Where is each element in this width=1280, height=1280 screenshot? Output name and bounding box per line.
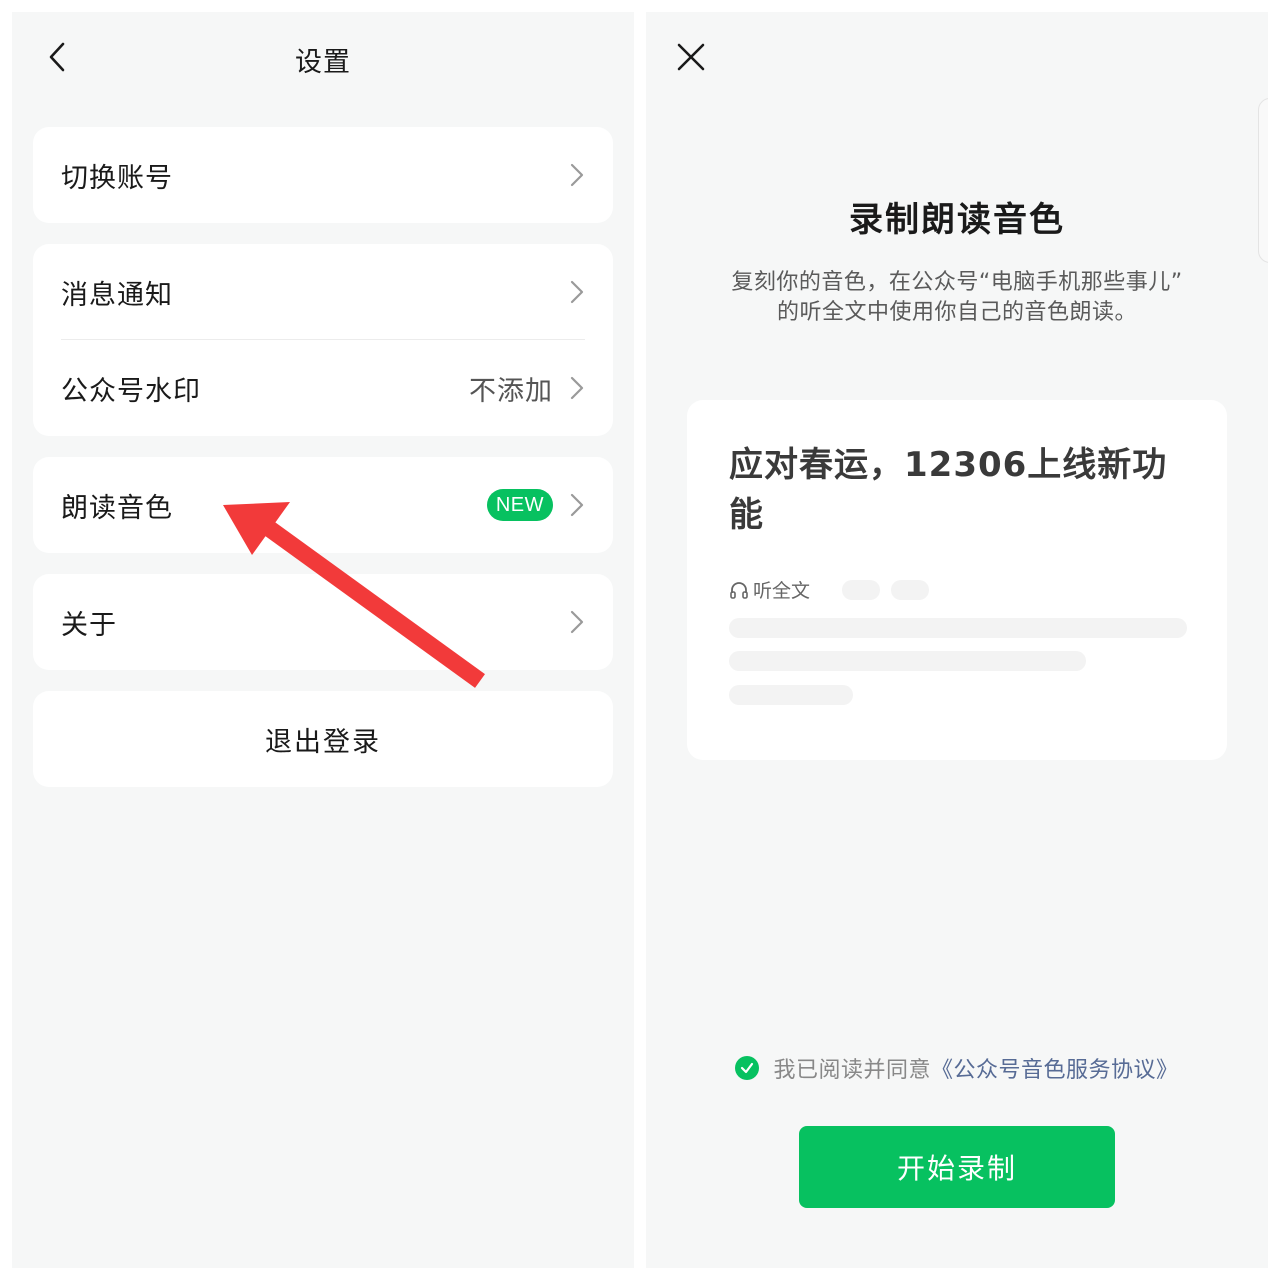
watermark-value: 不添加 [469,375,553,407]
placeholder-tag [842,580,880,600]
logout-label: 退出登录 [265,726,381,758]
settings-card-voice: 朗读音色 NEW [33,457,613,553]
notifications-row[interactable]: 消息通知 [33,244,613,340]
placeholder-line [729,685,853,705]
agreement-link[interactable]: 《公众号音色服务协议》 [931,1052,1179,1084]
agreement-row: 我已阅读并同意 《公众号音色服务协议》 [646,1052,1268,1084]
settings-card-general: 消息通知 公众号水印 不添加 [33,244,613,436]
record-description-line2: 的听全文中使用你自己的音色朗读。 [776,300,1137,325]
headphones-icon [730,581,748,599]
settings-card-about: 关于 [33,574,613,670]
record-description: 复刻你的音色，在公众号“电脑手机那些事儿” 的听全文中使用你自己的音色朗读。 [686,268,1228,328]
switch-account-row[interactable]: 切换账号 [33,127,613,223]
chevron-right-icon [570,280,584,304]
chevron-right-icon [570,493,584,517]
chevron-right-icon [570,610,584,634]
agree-checkbox[interactable] [735,1056,760,1080]
placeholder-tag [891,580,929,600]
settings-card-account: 切换账号 [33,127,613,223]
about-row[interactable]: 关于 [33,574,613,670]
record-title: 录制朗读音色 [849,200,1065,240]
logout-card: 退出登录 [33,691,613,787]
placeholder-line [729,651,1086,671]
switch-account-label: 切换账号 [61,162,173,194]
watermark-row[interactable]: 公众号水印 不添加 [33,340,613,436]
record-description-line1: 复刻你的音色，在公众号“电脑手机那些事儿” [731,270,1183,295]
settings-screen: 设置 切换账号 消息通知 公众号水印 不添加 朗读音色 NEW 关于 退出登录 [12,12,634,1268]
voice-row[interactable]: 朗读音色 NEW [33,457,613,553]
about-label: 关于 [61,609,117,641]
new-badge: NEW [486,489,553,521]
watermark-label: 公众号水印 [61,375,201,407]
page-title: 设置 [295,47,351,78]
record-voice-screen: 录制朗读音色 复刻你的音色，在公众号“电脑手机那些事儿” 的听全文中使用你自己的… [646,12,1268,1268]
voice-label: 朗读音色 [61,492,173,524]
chevron-right-icon [570,376,584,400]
placeholder-line [729,618,1187,638]
listen-label: 听全文 [753,580,811,602]
sample-article-title: 应对春运，12306上线新功能 [729,445,1168,535]
close-button[interactable] [674,40,708,74]
start-recording-button[interactable]: 开始录制 [799,1126,1115,1208]
close-icon [677,43,705,71]
chevron-right-icon [570,163,584,187]
agree-text: 我已阅读并同意 [773,1058,931,1083]
notifications-label: 消息通知 [61,279,173,311]
logout-button[interactable]: 退出登录 [33,691,613,787]
sample-article-card: 应对春运，12306上线新功能 听全文 [687,400,1227,760]
check-icon [741,1062,754,1074]
listen-full-text[interactable]: 听全文 [729,576,810,603]
